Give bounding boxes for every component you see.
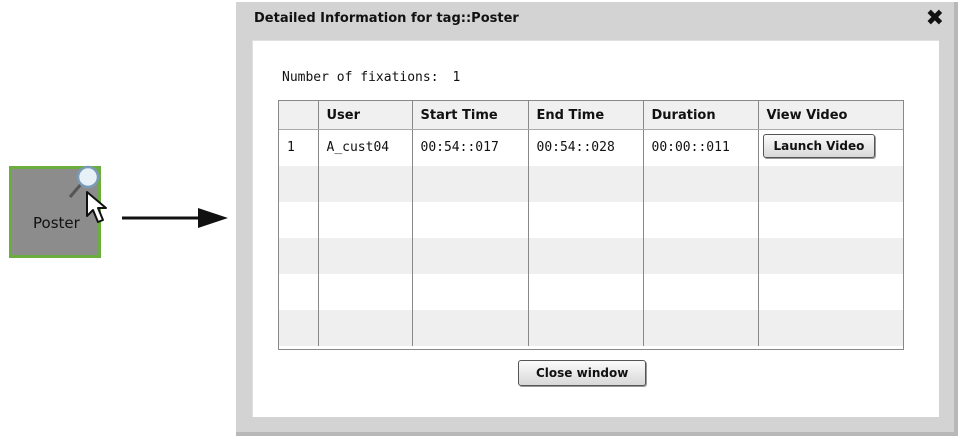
detail-dialog: Detailed Information for tag::Poster ✖ N… xyxy=(236,2,958,436)
cell-duration: 00:00::011 xyxy=(643,129,759,166)
close-window-button[interactable]: Close window xyxy=(518,360,647,386)
column-header-duration[interactable]: Duration xyxy=(643,101,759,130)
launch-video-button[interactable]: Launch Video xyxy=(762,134,876,158)
column-header-view-video[interactable]: View Video xyxy=(758,101,903,130)
table-row-empty xyxy=(279,273,903,310)
table-row[interactable]: 1 A_cust04 00:54::017 00:54::028 00:00::… xyxy=(279,129,903,166)
dialog-titlebar[interactable]: Detailed Information for tag::Poster ✖ xyxy=(236,2,954,38)
table-row-empty xyxy=(279,237,903,274)
close-icon[interactable]: ✖ xyxy=(926,6,944,32)
cell-index: 1 xyxy=(279,129,319,166)
cell-view-video: Launch Video xyxy=(758,130,903,166)
cell-start-time: 00:54::017 xyxy=(412,129,529,166)
fixations-row: Number of fixations: 1 xyxy=(282,70,460,85)
column-header-user[interactable]: User xyxy=(318,101,413,130)
dialog-title: Detailed Information for tag::Poster xyxy=(254,11,519,26)
arrow-icon xyxy=(122,208,228,228)
column-header-end-time[interactable]: End Time xyxy=(528,101,644,130)
cell-end-time: 00:54::028 xyxy=(528,129,644,166)
column-header-start-time[interactable]: Start Time xyxy=(412,101,529,130)
table-row-empty xyxy=(279,201,903,238)
fixations-value: 1 xyxy=(452,70,461,85)
table-row-empty xyxy=(279,165,903,202)
cursor-icon xyxy=(86,191,107,223)
tag-label: Poster xyxy=(33,214,80,232)
dialog-body: Number of fixations: 1 User Start Time En… xyxy=(252,40,939,417)
fixations-label: Number of fixations: xyxy=(282,70,439,85)
cell-user: A_cust04 xyxy=(318,129,413,166)
column-header-index[interactable] xyxy=(279,101,319,130)
table-header-row: User Start Time End Time Duration View V… xyxy=(279,101,903,130)
fixations-table: User Start Time End Time Duration View V… xyxy=(278,100,904,350)
table-row-empty xyxy=(279,309,903,346)
